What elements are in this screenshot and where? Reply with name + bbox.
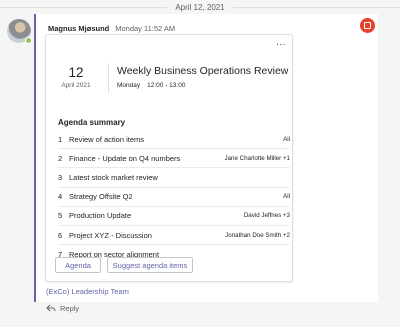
agenda-item-number: 2	[58, 153, 63, 163]
agenda-item[interactable]: 2 Finance - Update on Q4 numbers Jane Ch…	[58, 149, 290, 169]
urgent-icon-glyph	[364, 22, 371, 29]
date-divider: April 12, 2021	[0, 0, 400, 14]
message-timestamp: Monday 11:52 AM	[115, 23, 176, 33]
agenda-heading: Agenda summary	[58, 118, 126, 127]
reply-label: Reply	[60, 303, 80, 313]
agenda-item-text: Production Update	[69, 211, 132, 221]
message-header: Magnus Mjøsund Monday 11:52 AM	[48, 22, 175, 34]
agenda-item-text: Project XYZ - Discussion	[69, 230, 152, 240]
meeting-time-range: 12:00 - 13:00	[147, 82, 186, 89]
reply-button[interactable]: Reply	[34, 302, 378, 314]
agenda-item-text: Strategy Offsite Q2	[69, 192, 133, 202]
agenda-item-number: 3	[58, 172, 63, 182]
agenda-item-number: 1	[58, 134, 63, 144]
agenda-item-owner: David Jeffries +3	[243, 212, 290, 220]
agenda-list: 1 Review of action items All 2 Finance -…	[58, 130, 290, 264]
urgent-notification-icon[interactable]	[360, 18, 375, 33]
meeting-date: 12 April 2021	[58, 65, 94, 89]
agenda-item[interactable]: 4 Strategy Offsite Q2 All	[58, 188, 290, 207]
agenda-item-number: 5	[58, 211, 63, 221]
agenda-item[interactable]: 3 Latest stock market review	[58, 168, 290, 188]
meeting-card: ... 12 April 2021 Weekly Business Operat…	[45, 34, 293, 282]
agenda-item[interactable]: 6 Project XYZ - Discussion Jonathan Doe …	[58, 226, 290, 246]
agenda-button[interactable]: Agenda	[55, 257, 101, 273]
sender-name[interactable]: Magnus Mjøsund	[48, 24, 109, 33]
agenda-item-number: 4	[58, 192, 63, 202]
date-divider-label: April 12, 2021	[175, 2, 225, 12]
agenda-item-text: Latest stock market review	[69, 172, 158, 182]
agenda-item-owner: Jane Charlotte Miller +1	[224, 154, 290, 162]
meeting-month-year: April 2021	[61, 82, 91, 89]
agenda-item-text: Finance - Update on Q4 numbers	[69, 153, 181, 163]
agenda-item[interactable]: 5 Production Update David Jeffries +3	[58, 207, 290, 226]
more-options-icon[interactable]: ...	[276, 37, 286, 48]
team-link[interactable]: (ExCo) Leadership Team	[46, 287, 129, 296]
suggest-agenda-items-button[interactable]: Suggest agenda items	[107, 257, 193, 273]
agenda-item[interactable]: 1 Review of action items All	[58, 130, 290, 150]
agenda-item-owner: Jonathan Doe Smith +2	[225, 231, 290, 239]
agenda-item-number: 6	[58, 230, 63, 240]
meeting-time: Monday 12:00 - 13:00	[117, 82, 185, 89]
divider-line-right	[232, 6, 400, 8]
meeting-title: Weekly Business Operations Review	[117, 65, 289, 77]
date-separator	[108, 63, 109, 93]
agenda-item-text: Review of action items	[69, 134, 145, 144]
meeting-day: 12	[68, 65, 84, 80]
card-actions: Agenda Suggest agenda items	[55, 257, 193, 273]
reply-icon	[46, 304, 56, 312]
agenda-item-owner: All	[283, 135, 290, 143]
agenda-item-owner: All	[283, 193, 290, 201]
presence-available-icon	[25, 37, 32, 44]
divider-line-left	[0, 6, 168, 8]
meeting-weekday: Monday	[117, 82, 141, 89]
